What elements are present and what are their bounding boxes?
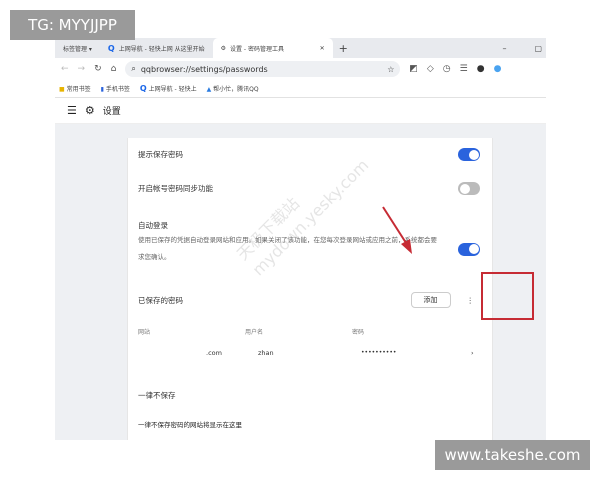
site-overlay-label: www.takeshe.com	[435, 440, 590, 470]
tg-overlay-label: TG: MYYJJPP	[10, 10, 135, 40]
red-arrow-annotation	[382, 206, 412, 254]
browser-window: 标签管理 ▾ Q 上网导航 - 轻快上网 从这里开始 ⚙ 设置 - 密码管理工具 ✕ …	[55, 38, 546, 440]
